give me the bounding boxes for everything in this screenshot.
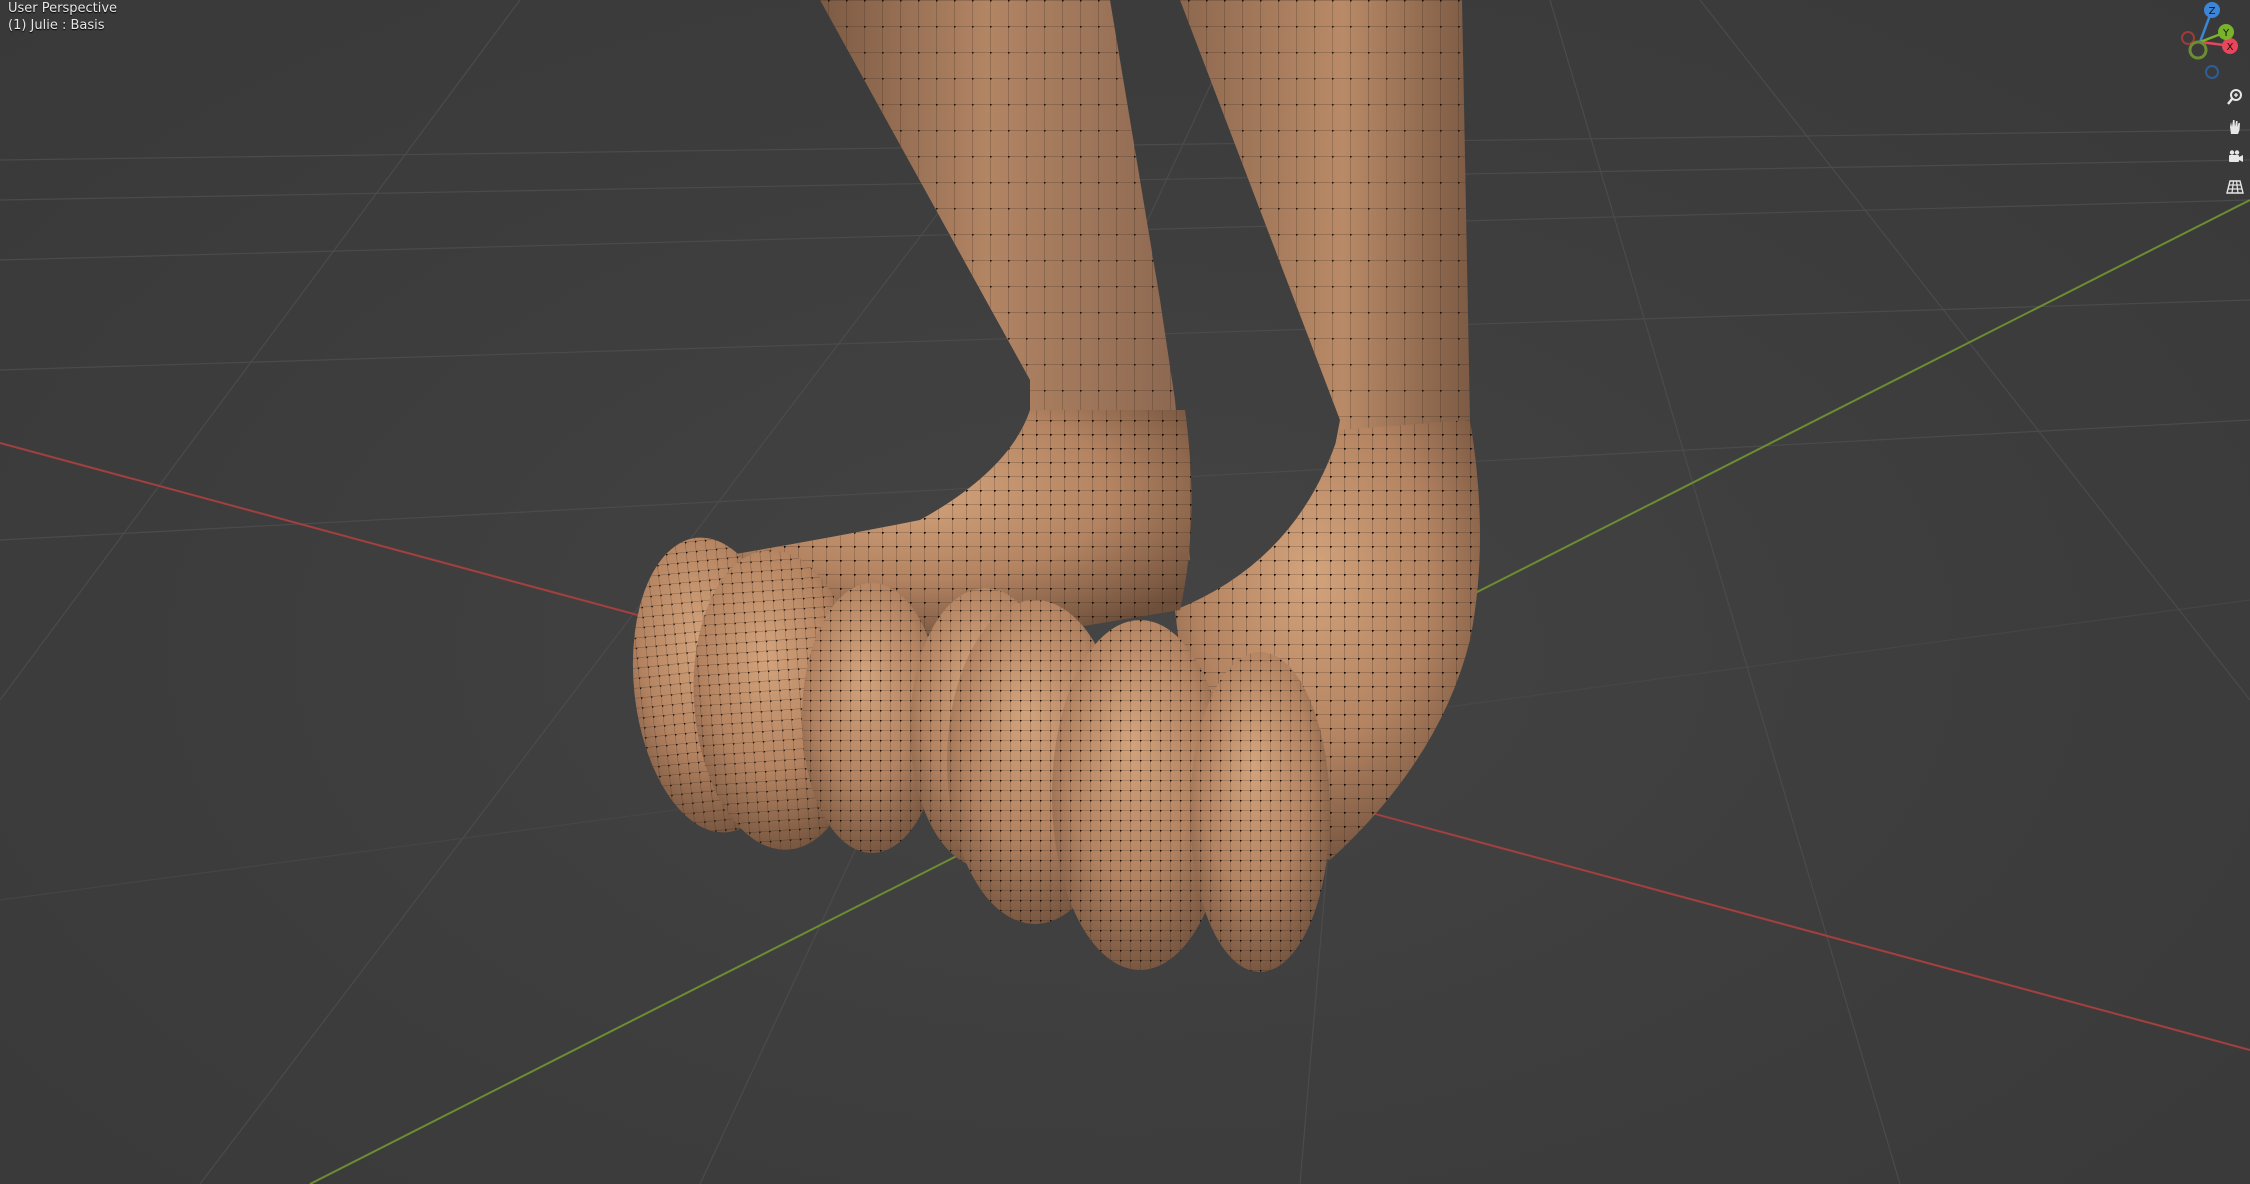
3d-viewport[interactable]: User Perspective (1) Julie : Basis Z X Y xyxy=(0,0,2250,1184)
neg-y-icon xyxy=(2188,40,2208,60)
neg-x-icon xyxy=(2181,31,2195,45)
navigation-gizmo[interactable]: Z X Y xyxy=(2152,0,2242,90)
camera-icon[interactable] xyxy=(2220,142,2250,172)
grid-ortho-icon[interactable] xyxy=(2220,172,2250,202)
neg-z-icon xyxy=(2205,65,2219,79)
active-object-info: (1) Julie : Basis xyxy=(8,18,105,33)
axis-x-label: X xyxy=(2227,42,2234,53)
view-name-label: User Perspective xyxy=(8,1,118,16)
axis-z-label: Z xyxy=(2209,6,2216,17)
axis-y-label: Y xyxy=(2222,28,2230,39)
zoom-icon[interactable] xyxy=(2220,82,2250,112)
hand-pan-icon[interactable] xyxy=(2220,112,2250,142)
scene-canvas[interactable] xyxy=(0,0,2250,1184)
